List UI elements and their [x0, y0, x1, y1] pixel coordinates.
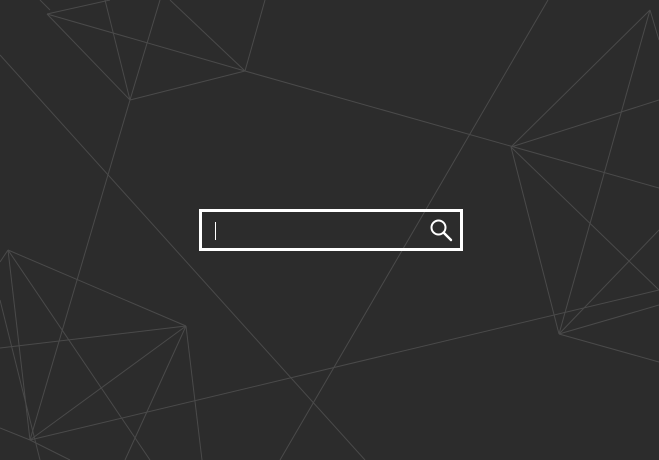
- search-box: [199, 209, 463, 251]
- search-page: [0, 0, 659, 460]
- search-icon: [430, 219, 452, 242]
- text-cursor: [215, 222, 216, 240]
- search-button[interactable]: [421, 212, 460, 248]
- search-input[interactable]: [202, 212, 421, 248]
